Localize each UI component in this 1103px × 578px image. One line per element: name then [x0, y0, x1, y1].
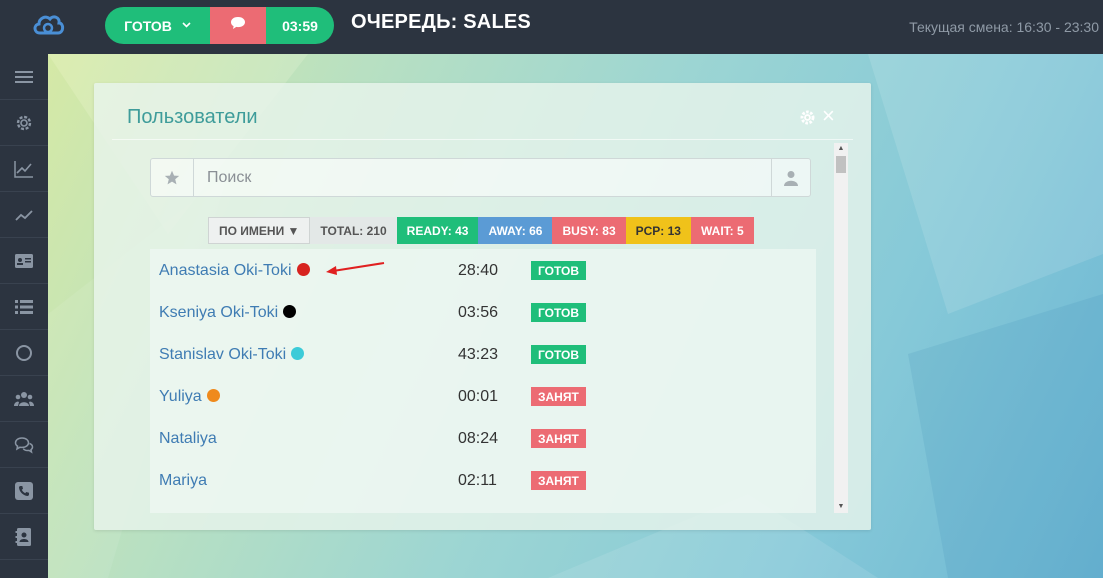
current-shift: Текущая смена: 16:30 - 23:30: [909, 19, 1099, 35]
scroll-down-icon[interactable]: ▼: [834, 501, 848, 513]
status-badge: ГОТОВ: [531, 303, 587, 322]
sidebar-item-trends[interactable]: [0, 192, 48, 238]
menu-icon: [15, 70, 33, 83]
sidebar-item-chats[interactable]: [0, 422, 48, 468]
user-status-time: 08:24: [458, 430, 499, 447]
search-input[interactable]: [194, 159, 771, 196]
annotation-arrow-icon: [326, 262, 385, 275]
status-control-group: ГОТОВ 03:59: [105, 7, 334, 44]
user-name-link[interactable]: Kseniya Oki-Toki: [159, 304, 297, 322]
stat-wait[interactable]: WAIT: 5: [690, 217, 754, 244]
user-status-time: 03:56: [458, 304, 499, 321]
sidebar-item-profile[interactable]: [0, 238, 48, 284]
user-name: Yuliya: [159, 388, 202, 405]
favorites-button[interactable]: [151, 159, 194, 196]
user-color-dot-icon: [206, 389, 220, 402]
users-panel: Пользователи × ПО ИМЕНИ ▼ TOTAL: 210 REA…: [94, 83, 871, 530]
status-dropdown-button[interactable]: ГОТОВ: [105, 7, 210, 44]
scroll-up-icon[interactable]: ▲: [834, 143, 848, 155]
user-name: Mariya: [159, 472, 208, 489]
sidebar-item-calls[interactable]: [0, 468, 48, 514]
user-color-dot-icon: [291, 347, 305, 360]
stat-away[interactable]: AWAY: 66: [478, 217, 553, 244]
user-name-link[interactable]: Stanislav Oki-Toki: [159, 346, 305, 364]
stat-pcp[interactable]: PCP: 13: [625, 217, 691, 244]
user-status-time: 28:40: [458, 262, 499, 279]
circle-icon: [16, 344, 32, 361]
table-row[interactable]: Nataliya 08:24 ЗАНЯТ: [150, 417, 816, 459]
trend-icon: [15, 209, 33, 221]
user-name: Stanislav Oki-Toki: [159, 346, 287, 363]
star-icon: [164, 170, 180, 184]
stat-ready[interactable]: READY: 43: [396, 217, 479, 244]
user-color-dot-icon: [283, 305, 297, 318]
table-row[interactable]: Yuliya 00:01 ЗАНЯТ: [150, 375, 816, 417]
sidebar-item-status[interactable]: [0, 330, 48, 376]
user-name-link[interactable]: Yuliya: [159, 388, 220, 406]
contacts-icon: [15, 527, 31, 546]
chat-button[interactable]: [210, 7, 266, 44]
sidebar-item-contacts[interactable]: [0, 514, 48, 560]
status-stats-bar: ПО ИМЕНИ ▼ TOTAL: 210 READY: 43 AWAY: 66…: [208, 217, 754, 244]
table-row[interactable]: Mariya 02:11 ЗАНЯТ: [150, 459, 816, 501]
top-bar: ГОТОВ 03:59 ОЧЕРЕДЬ: SALES Текущая смена…: [0, 0, 1103, 54]
panel-title: Пользователи: [127, 106, 258, 128]
chat-icon: [14, 436, 34, 454]
status-badge: ЗАНЯТ: [531, 429, 586, 448]
user-status-time: 00:01: [458, 388, 499, 405]
stat-busy[interactable]: BUSY: 83: [552, 217, 626, 244]
sidebar-item-list[interactable]: [0, 284, 48, 330]
list-icon: [15, 299, 33, 314]
gear-icon: [16, 115, 32, 130]
sidebar-item-settings[interactable]: [0, 100, 48, 146]
user-color-dot-icon: [296, 263, 310, 276]
user-list: Anastasia Oki-Toki 28:40 ГОТОВ Kseniya Oki-…: [150, 249, 816, 513]
cloud-logo-icon[interactable]: [31, 11, 67, 39]
chat-bubble-icon: [230, 16, 246, 35]
user-name-link[interactable]: Nataliya: [159, 430, 217, 448]
queue-title: ОЧЕРЕДЬ: SALES: [351, 11, 531, 33]
user-filter-button[interactable]: [771, 159, 810, 196]
stat-total[interactable]: TOTAL: 210: [310, 217, 397, 244]
sort-by-name-button[interactable]: ПО ИМЕНИ ▼: [208, 217, 311, 244]
status-badge: ЗАНЯТ: [531, 471, 586, 490]
status-badge: ГОТОВ: [531, 345, 587, 364]
scroll-thumb[interactable]: [836, 156, 846, 173]
table-row[interactable]: Stanislav Oki-Toki 43:23 ГОТОВ: [150, 333, 816, 375]
user-status-time: 02:11: [458, 472, 497, 489]
status-label: ГОТОВ: [124, 17, 172, 34]
chevron-down-icon: [182, 20, 191, 31]
status-badge: ГОТОВ: [531, 261, 587, 280]
user-status-time: 43:23: [458, 346, 499, 363]
table-row[interactable]: Kseniya Oki-Toki 03:56 ГОТОВ: [150, 291, 816, 333]
sidebar-item-users[interactable]: [0, 376, 48, 422]
user-name-link[interactable]: Anastasia Oki-Toki: [159, 262, 310, 280]
panel-divider: [112, 139, 853, 140]
sidebar-item-analytics[interactable]: [0, 146, 48, 192]
list-scrollbar[interactable]: ▲ ▼: [834, 143, 848, 513]
status-timer: 03:59: [266, 7, 334, 44]
chart-line-icon: [14, 160, 33, 178]
close-icon[interactable]: ×: [822, 105, 835, 127]
user-icon: [784, 170, 798, 186]
sidebar-item-menu[interactable]: [0, 54, 48, 100]
user-name: Kseniya Oki-Toki: [159, 304, 279, 321]
user-name: Nataliya: [159, 430, 217, 447]
id-card-icon: [15, 253, 33, 268]
user-name: Anastasia Oki-Toki: [159, 262, 292, 279]
user-name-link[interactable]: Mariya: [159, 472, 207, 490]
gear-icon: [800, 110, 815, 125]
status-badge: ЗАНЯТ: [531, 387, 586, 406]
users-icon: [14, 391, 34, 406]
phone-icon: [15, 481, 33, 500]
search-box: [150, 158, 811, 197]
sidebar: [0, 54, 48, 578]
table-row[interactable]: Anastasia Oki-Toki 28:40 ГОТОВ: [150, 249, 816, 291]
panel-settings-button[interactable]: [799, 109, 816, 131]
